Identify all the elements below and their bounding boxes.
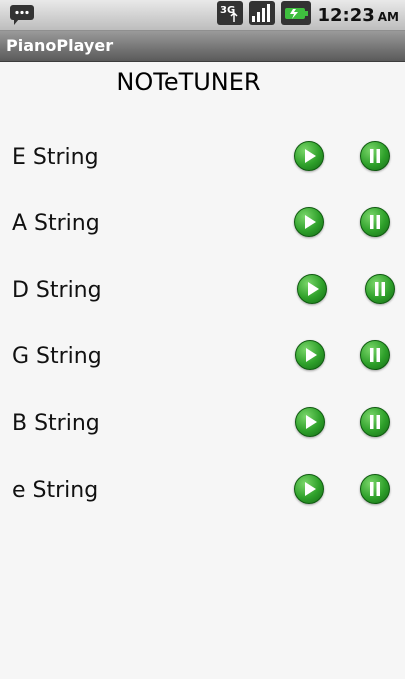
pause-button[interactable] xyxy=(360,474,390,504)
string-row-d: D String xyxy=(0,270,405,310)
string-label: A String xyxy=(12,211,100,236)
string-row-g: G String xyxy=(0,336,405,376)
string-label: E String xyxy=(12,145,99,170)
pause-icon xyxy=(370,415,380,429)
pause-icon xyxy=(370,149,380,163)
string-label: B String xyxy=(12,411,100,436)
pause-button[interactable] xyxy=(360,141,390,171)
pause-button[interactable] xyxy=(360,340,390,370)
string-label: G String xyxy=(12,344,102,369)
string-row-e-low: E String xyxy=(0,137,405,177)
string-label: D String xyxy=(12,278,102,303)
pause-icon xyxy=(375,282,385,296)
play-button[interactable] xyxy=(294,474,324,504)
play-button[interactable] xyxy=(294,207,324,237)
battery-charging-icon xyxy=(281,1,312,29)
play-button[interactable] xyxy=(295,407,325,437)
pause-icon xyxy=(370,348,380,362)
pause-icon xyxy=(370,215,380,229)
pause-icon xyxy=(370,482,380,496)
play-button[interactable] xyxy=(297,274,327,304)
page-title: NOTeTUNER xyxy=(116,68,261,96)
play-icon xyxy=(305,482,316,496)
pause-button[interactable] xyxy=(365,274,395,304)
string-row-e-high: e String xyxy=(0,470,405,510)
status-icons: 3G 12:23 AM xyxy=(217,1,399,29)
play-icon xyxy=(306,348,317,362)
play-icon xyxy=(305,149,316,163)
play-icon xyxy=(305,215,316,229)
string-row-b: B String xyxy=(0,403,405,443)
status-time: 12:23 AM xyxy=(317,4,399,26)
app-title-bar: PianoPlayer xyxy=(0,31,405,62)
string-row-a: A String xyxy=(0,203,405,243)
play-button[interactable] xyxy=(295,340,325,370)
play-icon xyxy=(308,282,319,296)
pause-button[interactable] xyxy=(360,407,390,437)
string-label: e String xyxy=(12,478,99,503)
signal-strength-icon xyxy=(249,1,276,29)
pause-button[interactable] xyxy=(360,207,390,237)
message-notification-icon xyxy=(8,3,38,27)
status-bar: 3G 12:23 AM xyxy=(0,0,405,31)
network-3g-icon: 3G xyxy=(217,1,244,29)
app-title: PianoPlayer xyxy=(6,36,114,55)
play-icon xyxy=(306,415,317,429)
play-button[interactable] xyxy=(294,141,324,171)
